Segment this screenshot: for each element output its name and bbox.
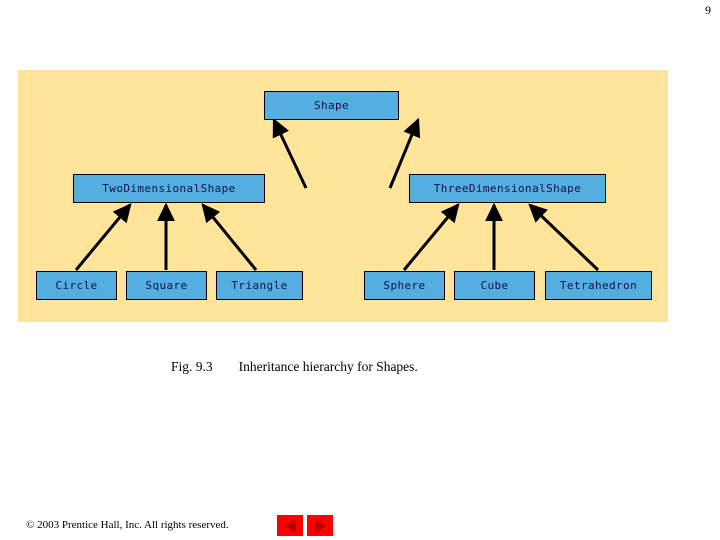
arrow-circle-to-two-dimensional-shape — [74, 203, 132, 271]
node-square[interactable]: Square — [126, 271, 207, 300]
figure-number: Fig. 9.3 — [171, 359, 213, 374]
node-triangle[interactable]: Triangle — [216, 271, 303, 300]
node-tetrahedron-label: Tetrahedron — [559, 279, 638, 292]
previous-slide-button[interactable] — [277, 515, 303, 536]
arrow-tetrahedron-to-three-dimensional-shape — [528, 203, 600, 272]
node-cube-label: Cube — [480, 279, 509, 292]
copyright-notice: © 2003 Prentice Hall, Inc. All rights re… — [26, 519, 229, 531]
node-cube[interactable]: Cube — [454, 271, 535, 300]
node-sphere-label: Sphere — [383, 279, 426, 292]
arrow-two-dimensional-shape-to-shape — [272, 117, 308, 189]
node-tetrahedron[interactable]: Tetrahedron — [545, 271, 652, 300]
node-three-dimensional-shape-label: ThreeDimensionalShape — [433, 182, 582, 195]
figure-caption-text: Inheritance hierarchy for Shapes. — [238, 359, 418, 374]
node-square-label: Square — [145, 279, 188, 292]
node-three-dimensional-shape[interactable]: ThreeDimensionalShape — [409, 174, 606, 203]
node-triangle-label: Triangle — [231, 279, 288, 292]
triangle-left-icon — [284, 518, 296, 533]
node-two-dimensional-shape[interactable]: TwoDimensionalShape — [73, 174, 265, 203]
node-two-dimensional-shape-label: TwoDimensionalShape — [102, 182, 236, 195]
figure-caption: Fig. 9.3 Inheritance hierarchy for Shapes… — [171, 359, 418, 375]
node-shape[interactable]: Shape — [264, 91, 399, 120]
node-circle-label: Circle — [55, 279, 98, 292]
node-shape-label: Shape — [313, 99, 350, 112]
triangle-right-icon — [314, 518, 326, 533]
inheritance-diagram-panel: Shape TwoDimensionalShape ThreeDimension… — [18, 70, 668, 322]
arrow-sphere-to-three-dimensional-shape — [402, 203, 460, 271]
node-circle[interactable]: Circle — [36, 271, 117, 300]
node-sphere[interactable]: Sphere — [364, 271, 445, 300]
slide: 9 Shape TwoDimensionalShape ThreeDimensi… — [0, 0, 720, 540]
next-slide-button[interactable] — [307, 515, 333, 536]
page-number: 9 — [705, 3, 711, 17]
arrow-triangle-to-two-dimensional-shape — [201, 203, 258, 271]
